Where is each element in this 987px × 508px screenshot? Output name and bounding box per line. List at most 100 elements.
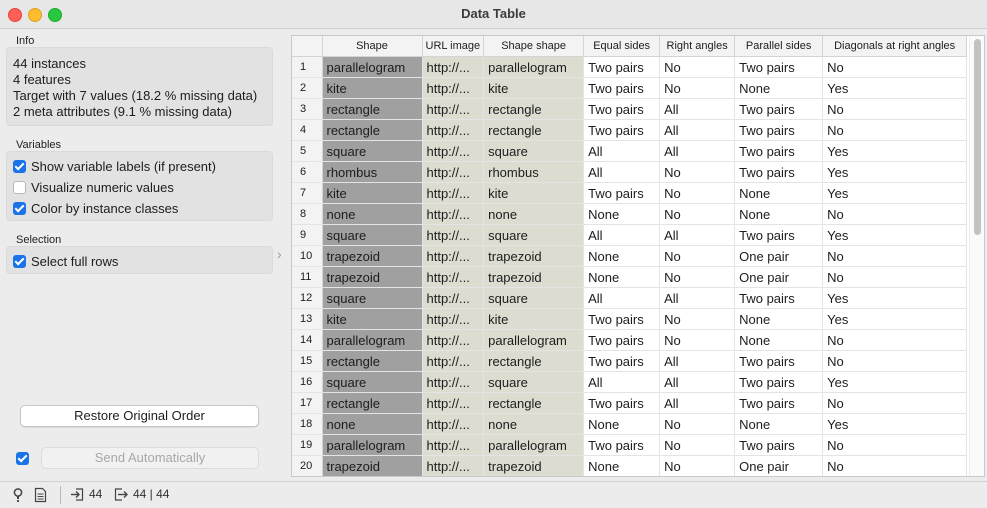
table-cell[interactable]: square <box>483 140 585 162</box>
table-cell[interactable]: One pair <box>734 245 824 267</box>
table-cell[interactable]: No <box>822 266 968 288</box>
row-number[interactable]: 10 <box>292 245 323 267</box>
table-cell[interactable]: Two pairs <box>734 350 824 372</box>
table-cell[interactable]: No <box>659 77 736 99</box>
table-cell[interactable]: All <box>583 161 661 183</box>
row-number[interactable]: 1 <box>292 56 323 78</box>
table-cell[interactable]: parallelogram <box>322 329 423 351</box>
table-row[interactable]: 19 parallelogram http://... parallelogram Tw… <box>292 434 968 456</box>
table-row[interactable]: 10 trapezoid http://... trapezoid None No One … <box>292 245 968 267</box>
table-cell[interactable]: Two pairs <box>734 287 824 309</box>
table-cell[interactable]: http://... <box>422 371 485 393</box>
table-cell[interactable]: Two pairs <box>583 77 661 99</box>
table-cell[interactable]: square <box>483 287 585 309</box>
table-row[interactable]: 2 kite http://... kite Two pairs No None Yes <box>292 77 968 99</box>
table-cell[interactable]: Yes <box>822 287 968 309</box>
table-cell[interactable]: None <box>734 413 824 435</box>
table-row[interactable]: 8 none http://... none None No None No <box>292 203 968 225</box>
color-by-class-option[interactable]: Color by instance classes <box>13 199 178 217</box>
table-cell[interactable]: square <box>322 224 423 246</box>
table-row[interactable]: 18 none http://... none None No None Yes <box>292 413 968 435</box>
table-cell[interactable]: parallelogram <box>483 56 585 78</box>
table-cell[interactable]: No <box>659 245 736 267</box>
table-cell[interactable]: parallelogram <box>483 329 585 351</box>
color-by-class-checkbox[interactable] <box>13 201 26 215</box>
row-number[interactable]: 17 <box>292 392 323 414</box>
row-number[interactable]: 13 <box>292 308 323 330</box>
column-header[interactable]: Shape shape <box>483 36 585 57</box>
table-cell[interactable]: None <box>734 308 824 330</box>
table-row[interactable]: 20 trapezoid http://... trapezoid None No One … <box>292 455 968 476</box>
column-header[interactable]: URL image <box>422 36 485 57</box>
table-cell[interactable]: All <box>659 140 736 162</box>
table-cell[interactable]: http://... <box>422 182 485 204</box>
table-cell[interactable]: none <box>483 413 585 435</box>
visualize-numeric-option[interactable]: Visualize numeric values <box>13 178 174 196</box>
send-automatically-button[interactable]: Send Automatically <box>41 447 259 469</box>
table-cell[interactable]: square <box>322 140 423 162</box>
table-row[interactable]: 5 square http://... square All All Two pairs Ye… <box>292 140 968 162</box>
table-cell[interactable]: Two pairs <box>583 308 661 330</box>
row-number[interactable]: 16 <box>292 371 323 393</box>
column-header[interactable]: Equal sides <box>583 36 661 57</box>
table-cell[interactable]: none <box>322 413 423 435</box>
table-cell[interactable]: kite <box>483 77 585 99</box>
table-cell[interactable]: parallelogram <box>322 434 423 456</box>
table-cell[interactable]: Two pairs <box>734 392 824 414</box>
table-cell[interactable]: Two pairs <box>583 98 661 120</box>
select-full-rows-option[interactable]: Select full rows <box>13 252 118 270</box>
table-cell[interactable]: All <box>583 371 661 393</box>
table-cell[interactable]: http://... <box>422 434 485 456</box>
help-icon[interactable] <box>11 487 25 506</box>
table-cell[interactable]: http://... <box>422 455 485 476</box>
table-cell[interactable]: All <box>659 287 736 309</box>
table-cell[interactable]: No <box>659 434 736 456</box>
table-cell[interactable]: http://... <box>422 245 485 267</box>
table-cell[interactable]: http://... <box>422 119 485 141</box>
table-cell[interactable]: None <box>583 455 661 476</box>
table-cell[interactable]: Two pairs <box>734 119 824 141</box>
table-cell[interactable]: trapezoid <box>322 245 423 267</box>
table-cell[interactable]: All <box>659 350 736 372</box>
scrollbar-thumb[interactable] <box>974 39 981 235</box>
table-cell[interactable]: None <box>734 77 824 99</box>
table-cell[interactable]: http://... <box>422 350 485 372</box>
table-cell[interactable]: square <box>322 371 423 393</box>
table-cell[interactable]: No <box>659 413 736 435</box>
table-cell[interactable]: Two pairs <box>583 434 661 456</box>
table-cell[interactable]: http://... <box>422 77 485 99</box>
table-cell[interactable]: None <box>734 182 824 204</box>
row-number[interactable]: 7 <box>292 182 323 204</box>
table-cell[interactable]: http://... <box>422 98 485 120</box>
table-cell[interactable]: Two pairs <box>583 392 661 414</box>
table-cell[interactable]: trapezoid <box>483 266 585 288</box>
row-number[interactable]: 9 <box>292 224 323 246</box>
show-variable-labels-checkbox[interactable] <box>13 159 26 173</box>
table-row[interactable]: 11 trapezoid http://... trapezoid None No One … <box>292 266 968 288</box>
table-cell[interactable]: http://... <box>422 203 485 225</box>
table-cell[interactable]: One pair <box>734 266 824 288</box>
table-cell[interactable]: http://... <box>422 413 485 435</box>
table-cell[interactable]: None <box>734 203 824 225</box>
table-cell[interactable]: http://... <box>422 287 485 309</box>
table-cell[interactable]: None <box>734 329 824 351</box>
table-cell[interactable]: None <box>583 245 661 267</box>
table-cell[interactable]: None <box>583 203 661 225</box>
data-table[interactable]: Shape URL image Shape shape Equal sides … <box>291 35 985 477</box>
select-full-rows-checkbox[interactable] <box>13 254 26 268</box>
table-cell[interactable]: kite <box>322 308 423 330</box>
table-cell[interactable]: none <box>322 203 423 225</box>
row-number[interactable]: 14 <box>292 329 323 351</box>
row-number[interactable]: 20 <box>292 455 323 476</box>
table-cell[interactable]: Yes <box>822 371 968 393</box>
table-cell[interactable]: Two pairs <box>734 224 824 246</box>
table-cell[interactable]: Yes <box>822 77 968 99</box>
table-cell[interactable]: http://... <box>422 329 485 351</box>
table-cell[interactable]: kite <box>483 308 585 330</box>
table-cell[interactable]: All <box>659 224 736 246</box>
table-cell[interactable]: All <box>583 287 661 309</box>
table-cell[interactable]: Yes <box>822 182 968 204</box>
column-header[interactable]: Diagonals at right angles <box>822 36 968 57</box>
table-cell[interactable]: kite <box>322 77 423 99</box>
table-row[interactable]: 9 square http://... square All All Two pairs Ye… <box>292 224 968 246</box>
